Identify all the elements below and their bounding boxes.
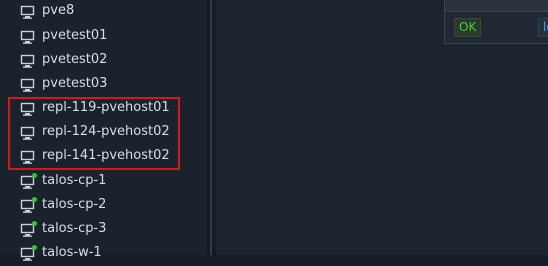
tree-item-label: talos-w-1 — [42, 245, 102, 260]
monitor-icon — [20, 78, 35, 92]
tree-item-pvetest01[interactable]: pvetest01 — [0, 25, 207, 49]
tree-item-repl-141-pvehost02[interactable]: repl-141-pvehost02 — [0, 145, 207, 169]
tree-item-label: repl-119-pvehost01 — [42, 100, 170, 115]
monitor-icon — [20, 102, 35, 116]
tree-item-label: repl-141-pvehost02 — [42, 148, 170, 163]
tree-item-pvetest03[interactable]: pvetest03 — [0, 73, 207, 97]
tree-item-label: pvetest03 — [42, 76, 108, 91]
tree-item-label: talos-cp-3 — [42, 221, 107, 236]
status-running-icon — [32, 173, 37, 178]
tree-item-pvetest02[interactable]: pvetest02 — [0, 49, 207, 73]
status-running-icon — [32, 221, 37, 226]
tree-item-label: pvetest02 — [42, 52, 108, 67]
tree-item-label: repl-124-pvehost02 — [42, 124, 170, 139]
dialog-body — [445, 0, 548, 12]
monitor-icon — [20, 150, 35, 164]
monitor-icon — [20, 54, 35, 68]
tree-item-label: talos-cp-1 — [42, 173, 107, 188]
ok-button[interactable]: OK — [454, 18, 482, 37]
tree-item-talos-cp-1[interactable]: talos-cp-1 — [0, 170, 207, 194]
status-running-icon — [32, 245, 37, 250]
tree-item-label: pvetest01 — [42, 28, 108, 43]
monitor-icon — [20, 5, 35, 19]
monitor-icon — [20, 126, 35, 140]
tree-item-pve8[interactable]: pve8 — [0, 0, 207, 24]
status-running-icon — [32, 197, 37, 202]
monitor-icon — [20, 30, 35, 44]
splitter-handle[interactable] — [207, 0, 216, 255]
tree-item-repl-124-pvehost02[interactable]: repl-124-pvehost02 — [0, 121, 207, 145]
secondary-button[interactable]: lo — [538, 18, 548, 37]
resource-tree: pve8 pvetest01 pvetest02 pvetest03 repl-… — [0, 0, 207, 261]
tree-item-label: talos-cp-2 — [42, 197, 107, 212]
dialog-panel: OK lo — [444, 0, 548, 44]
tree-item-talos-w-1[interactable]: talos-w-1 — [0, 242, 207, 266]
tree-item-talos-cp-3[interactable]: talos-cp-3 — [0, 218, 207, 242]
tree-item-label: pve8 — [42, 3, 75, 18]
tree-item-repl-119-pvehost01[interactable]: repl-119-pvehost01 — [0, 97, 207, 121]
tree-item-talos-cp-2[interactable]: talos-cp-2 — [0, 194, 207, 218]
